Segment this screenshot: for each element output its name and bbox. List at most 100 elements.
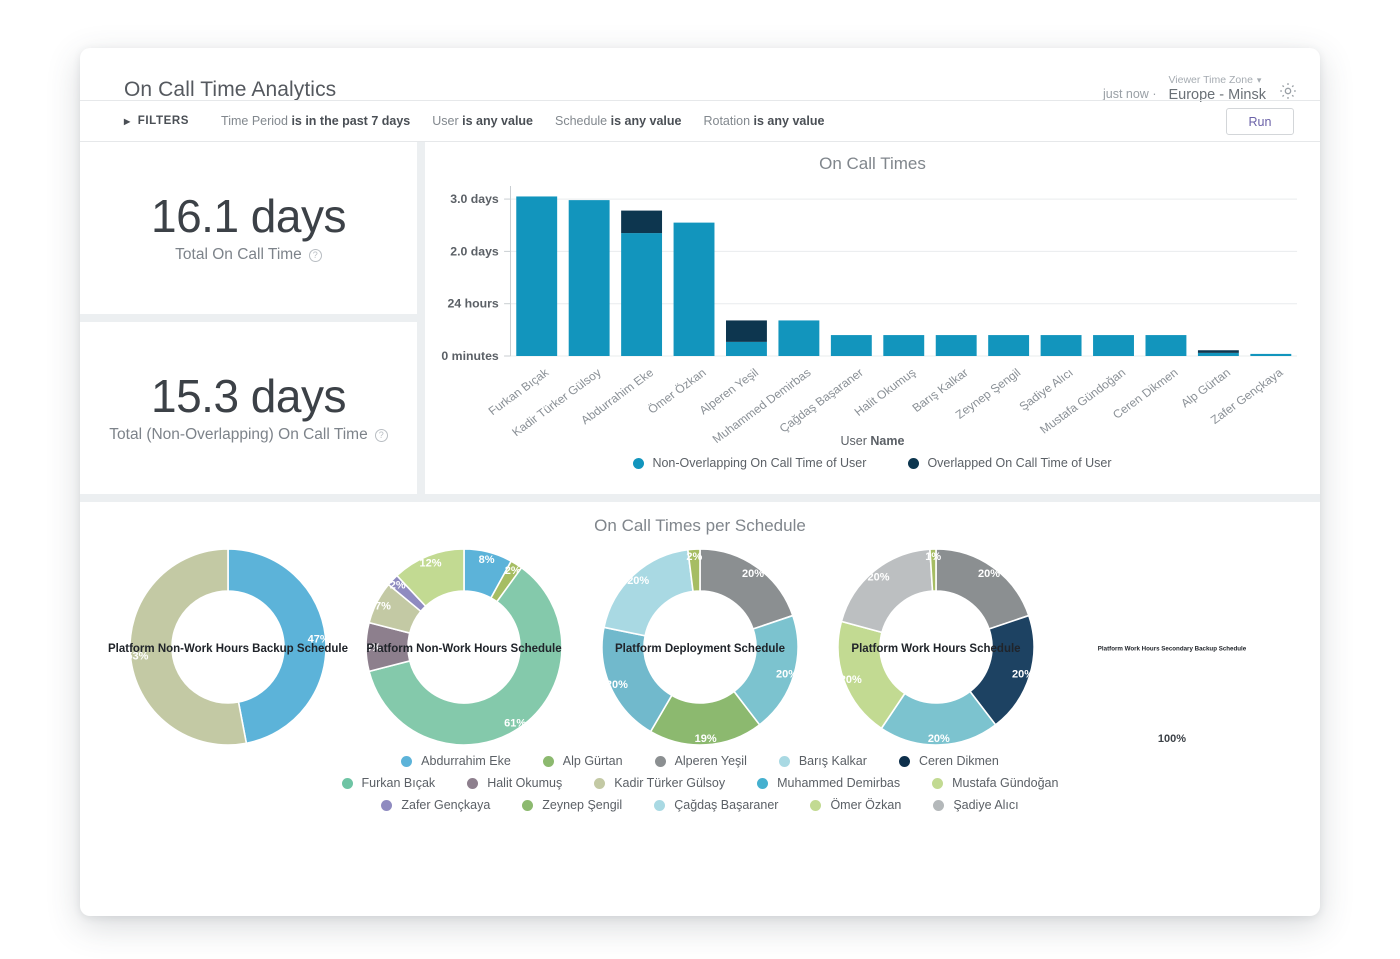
donut-svg: 20% 20% 20% 20% 20% 1% bbox=[837, 548, 1035, 746]
legend-label: Zeynep Şengil bbox=[542, 798, 623, 812]
donut-svg: 20% 20% 19% 20% 20% 2% bbox=[601, 548, 799, 746]
legend-label: Overlapped On Call Time of User bbox=[927, 456, 1112, 470]
donut-slice-label: 1% bbox=[925, 551, 941, 563]
timezone-selector[interactable]: Viewer Time Zone ▾ Europe - Minsk bbox=[1168, 74, 1266, 103]
donut-slice-label: 8% bbox=[365, 642, 381, 654]
gear-icon[interactable] bbox=[1278, 81, 1298, 101]
bar-segment-non-overlapping bbox=[726, 341, 767, 356]
triangle-right-icon[interactable]: ▶ bbox=[124, 117, 131, 126]
filter-value: is any value bbox=[462, 114, 533, 128]
bar-segment-non-overlapping bbox=[1040, 335, 1082, 356]
legend-color-dot bbox=[898, 755, 910, 767]
legend-color-dot bbox=[932, 777, 944, 789]
donut-legend-item[interactable]: Şadiye Alıcı bbox=[933, 798, 1019, 812]
kpi-total-on-call-time[interactable]: 16.1 days Total On Call Time ? bbox=[80, 142, 417, 322]
donut-legend-item[interactable]: Barış Kalkar bbox=[778, 754, 867, 768]
x-axis-tick-label: Kadir Türker Gülsoy bbox=[509, 366, 604, 439]
donut-slice[interactable] bbox=[227, 548, 327, 745]
donut-slice-label: 12% bbox=[419, 557, 441, 569]
donut-legend-item[interactable]: Zeynep Şengil bbox=[522, 798, 622, 812]
donut-slice[interactable] bbox=[699, 548, 794, 631]
donut-legend-item[interactable]: Çağdaş Başaraner bbox=[654, 798, 778, 812]
kpi-value: 16.1 days bbox=[151, 189, 346, 242]
donut-legend-item[interactable]: Muhammed Demirbas bbox=[757, 776, 900, 790]
bar-segment-non-overlapping bbox=[1250, 353, 1292, 356]
bar-segment-non-overlapping bbox=[883, 335, 925, 356]
legend-color-dot bbox=[908, 457, 920, 469]
donut-chart-1[interactable]: 47% 53% Platform Non-Work Hours Backup Sch… bbox=[108, 540, 348, 758]
legend-color-dot bbox=[467, 777, 479, 789]
donut-legend-item[interactable]: Ömer Özkan bbox=[810, 798, 901, 812]
donut-slice-label: 61% bbox=[504, 717, 526, 729]
donut-slice[interactable] bbox=[840, 548, 934, 634]
legend-color-dot bbox=[757, 777, 769, 789]
bar-segment-non-overlapping bbox=[621, 233, 663, 356]
donut-legend-item[interactable]: Abdurrahim Eke bbox=[401, 754, 511, 768]
donut-chart-5[interactable]: 100% Platform Work Hours Secondary Backup… bbox=[1054, 540, 1290, 758]
donut-chart-3[interactable]: 20% 20% 19% 20% 20% 2% Platform Deployment Sch… bbox=[582, 540, 818, 758]
legend-color-dot bbox=[522, 799, 534, 811]
screen-root: On Call Time Analytics just now · Viewer… bbox=[0, 0, 1400, 959]
kpi-total-non-overlapping-on-call-time[interactable]: 15.3 days Total (Non-Overlapping) On Cal… bbox=[80, 322, 417, 494]
legend-label: Muhammed Demirbas bbox=[777, 776, 901, 790]
filter-chip-schedule[interactable]: Schedule is any value bbox=[555, 114, 681, 128]
filter-chip-rotation[interactable]: Rotation is any value bbox=[703, 114, 824, 128]
question-circle-icon[interactable]: ? bbox=[374, 428, 388, 442]
bar-chart-x-axis-title: User Name bbox=[425, 434, 1320, 448]
legend-label: Ceren Dikmen bbox=[918, 754, 999, 768]
filter-chip-user[interactable]: User is any value bbox=[432, 114, 533, 128]
filters-toggle[interactable]: ▶ FILTERS bbox=[124, 115, 189, 127]
filter-chip-time-period[interactable]: Time Period is in the past 7 days bbox=[221, 114, 410, 128]
donut-legend: Abdurrahim Eke Alp Gürtan Alperen Yeşil Bar… bbox=[80, 754, 1320, 812]
legend-color-dot bbox=[542, 755, 554, 767]
filter-name: User bbox=[432, 114, 459, 128]
legend-label: Mustafa Gündoğan bbox=[952, 776, 1059, 790]
donut-chart-2[interactable]: 8% 2% 61% 8% 7% 2% 12% Platform Non-Work Hours … bbox=[346, 540, 582, 758]
run-button[interactable]: Run bbox=[1226, 108, 1294, 135]
question-circle-icon[interactable]: ? bbox=[308, 248, 322, 262]
kpi-column: 16.1 days Total On Call Time ? 15.3 days… bbox=[80, 142, 425, 494]
legend-entry-non-overlapping[interactable]: Non-Overlapping On Call Time of User bbox=[633, 456, 866, 470]
header-right-group: just now · Viewer Time Zone ▾ Europe - M… bbox=[1103, 74, 1298, 103]
donut-slice-label: 19% bbox=[695, 733, 717, 745]
donut-slice[interactable] bbox=[603, 548, 694, 637]
legend-entry-overlapped[interactable]: Overlapped On Call Time of User bbox=[908, 456, 1112, 470]
donut-svg: 47% 53% bbox=[126, 548, 330, 746]
legend-color-dot bbox=[381, 799, 393, 811]
bar-chart-panel: On Call Times 0 minutes 24 hours 2.0 days 3… bbox=[425, 142, 1320, 494]
legend-label: Non-Overlapping On Call Time of User bbox=[652, 456, 867, 470]
donut-legend-item[interactable]: Ceren Dikmen bbox=[898, 754, 999, 768]
donut-slice-label: 8% bbox=[479, 554, 495, 566]
donut-slice-label: 20% bbox=[606, 679, 628, 691]
donut-slice-label: 2% bbox=[686, 551, 702, 563]
legend-color-dot bbox=[401, 755, 413, 767]
analytics-window: On Call Time Analytics just now · Viewer… bbox=[80, 48, 1320, 916]
bar-segment-overlapped bbox=[1197, 350, 1239, 353]
bar-segment-non-overlapping bbox=[673, 222, 715, 356]
donut-slice-label: 20% bbox=[867, 571, 889, 583]
bar-chart-svg[interactable]: 0 minutes24 hours2.0 days3.0 daysFurkan … bbox=[425, 178, 1312, 478]
donut-legend-item[interactable]: Kadir Türker Gülsoy bbox=[594, 776, 725, 790]
donut-legend-item[interactable]: Mustafa Gündoğan bbox=[932, 776, 1058, 790]
bar-segment-non-overlapping bbox=[988, 335, 1030, 356]
donut-slice-label: 20% bbox=[928, 733, 950, 745]
donut-legend-item[interactable]: Alperen Yeşil bbox=[654, 754, 747, 768]
last-updated-value: just now bbox=[1102, 87, 1149, 101]
legend-label: Abdurrahim Eke bbox=[421, 754, 511, 768]
donut-legend-item[interactable]: Halit Okumuş bbox=[467, 776, 562, 790]
bar-segment-non-overlapping bbox=[830, 335, 872, 356]
donut-chart-4[interactable]: 20% 20% 20% 20% 20% 1% Platform Work Hours Sch… bbox=[818, 540, 1054, 758]
donut-slice-label: 7% bbox=[375, 601, 391, 613]
donut-legend-item[interactable]: Furkan Bıçak bbox=[341, 776, 435, 790]
timezone-label-row: Viewer Time Zone ▾ bbox=[1168, 74, 1266, 86]
donut-slice[interactable] bbox=[935, 548, 1030, 631]
kpi-label: Total (Non-Overlapping) On Call Time bbox=[109, 426, 368, 444]
svg-text:0 minutes: 0 minutes bbox=[441, 349, 499, 363]
legend-label: Barış Kalkar bbox=[798, 754, 867, 768]
donut-legend-item[interactable]: Zafer Gençkaya bbox=[381, 798, 490, 812]
chevron-down-icon[interactable]: ▾ bbox=[1257, 75, 1262, 85]
legend-color-dot bbox=[654, 799, 666, 811]
legend-label: Halit Okumuş bbox=[487, 776, 563, 790]
donut-legend-item[interactable]: Alp Gürtan bbox=[542, 754, 623, 768]
filter-value: is any value bbox=[610, 114, 682, 128]
